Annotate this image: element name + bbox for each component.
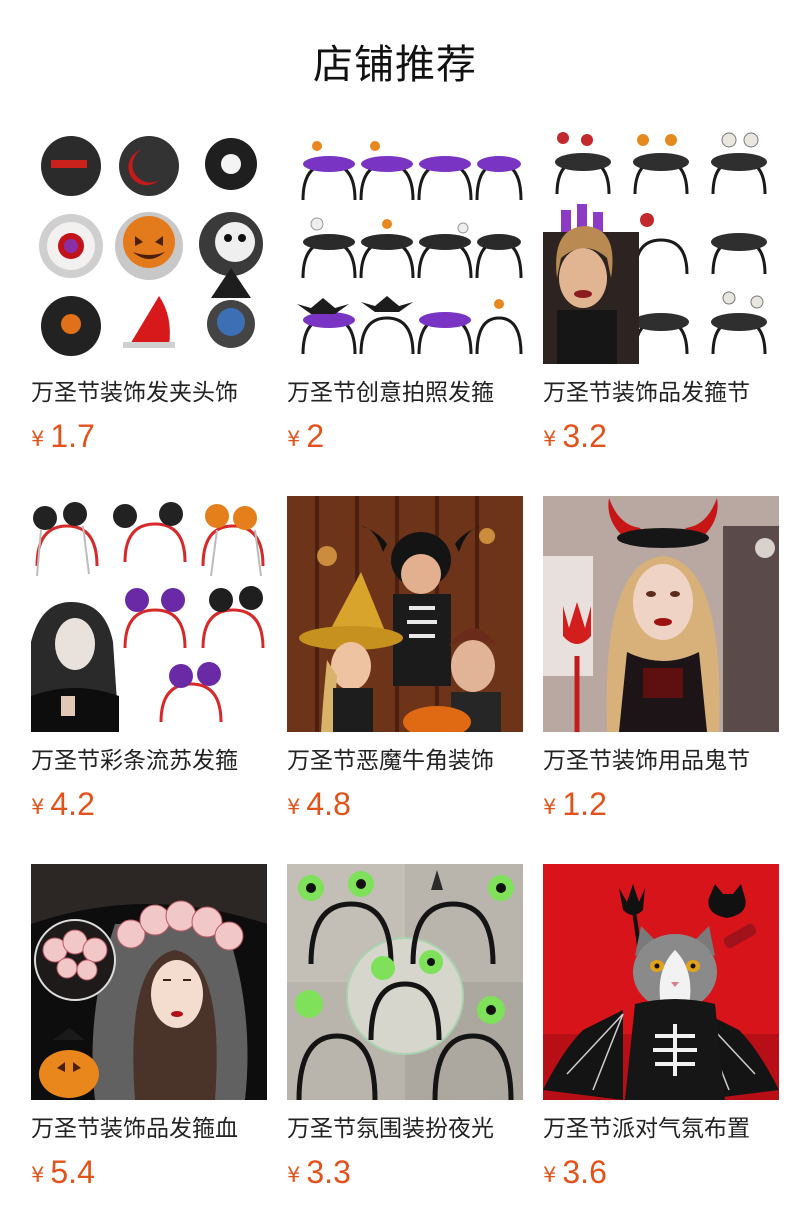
product-name[interactable]: 万圣节创意拍照发箍 — [287, 378, 523, 408]
product-price: 2 — [306, 418, 325, 454]
currency-symbol: ¥ — [287, 795, 301, 819]
product-card[interactable]: 万圣节彩条流苏发箍 ¥4.2 — [31, 496, 267, 836]
product-name[interactable]: 万圣节装饰发夹头饰 — [31, 378, 267, 408]
product-price: 1.7 — [50, 418, 95, 454]
product-price-row: ¥4.2 — [31, 786, 267, 822]
product-name[interactable]: 万圣节装饰品发箍血 — [31, 1114, 267, 1144]
product-price: 3.3 — [306, 1154, 351, 1190]
product-name[interactable]: 万圣节派对气氛布置 — [543, 1114, 779, 1144]
currency-symbol: ¥ — [31, 1163, 45, 1187]
product-price-row: ¥1.7 — [31, 418, 267, 454]
product-card[interactable]: 万圣节氛围装扮夜光 ¥3.3 — [287, 864, 523, 1204]
product-price-row: ¥4.8 — [287, 786, 523, 822]
product-image-devil-horns-woman[interactable] — [543, 496, 779, 732]
product-card[interactable]: 万圣节装饰品发箍节 ¥3.2 — [543, 128, 779, 468]
currency-symbol: ¥ — [543, 1163, 557, 1187]
product-price: 4.8 — [306, 786, 351, 822]
currency-symbol: ¥ — [31, 427, 45, 451]
product-name[interactable]: 万圣节氛围装扮夜光 — [287, 1114, 523, 1144]
product-image-cat-bat-costume[interactable] — [543, 864, 779, 1100]
product-name[interactable]: 万圣节装饰用品鬼节 — [543, 746, 779, 776]
product-image-tassel-headbands-model[interactable] — [31, 496, 267, 732]
currency-symbol: ¥ — [543, 795, 557, 819]
page-title: 店铺推荐 — [313, 42, 477, 88]
product-grid: 万圣节装饰发夹头饰 ¥1.7 万圣节创意拍照发箍 ¥ 2 万圣节装饰品发箍节 ¥… — [31, 128, 779, 1232]
currency-symbol: ¥ — [287, 427, 301, 451]
product-price-row: ¥5.4 — [31, 1154, 267, 1190]
product-card[interactable]: 万圣节装饰发夹头饰 ¥1.7 — [31, 128, 267, 468]
product-image-skeleton-headbands-model[interactable] — [543, 128, 779, 364]
currency-symbol: ¥ — [287, 1163, 301, 1187]
product-name[interactable]: 万圣节彩条流苏发箍 — [31, 746, 267, 776]
product-card[interactable]: 万圣节恶魔牛角装饰 ¥4.8 — [287, 496, 523, 836]
product-price-row: ¥3.6 — [543, 1154, 779, 1190]
product-name[interactable]: 万圣节恶魔牛角装饰 — [287, 746, 523, 776]
product-price-row: ¥2 — [287, 418, 523, 454]
product-price-row: ¥3.2 — [543, 418, 779, 454]
product-card[interactable]: 万圣节装饰用品鬼节 ¥1.2 — [543, 496, 779, 836]
product-price-row: ¥3.3 — [287, 1154, 523, 1190]
product-card[interactable]: 万圣节装饰品发箍血 ¥5.4 — [31, 864, 267, 1204]
product-image-kids-costume-party[interactable] — [287, 496, 523, 732]
product-name[interactable]: 万圣节装饰品发箍节 — [543, 378, 779, 408]
product-image-purple-feather-headbands[interactable] — [287, 128, 523, 364]
product-image-halloween-hair-clips[interactable] — [31, 128, 267, 364]
product-price-row: ¥1.2 — [543, 786, 779, 822]
product-image-bloody-flower-crown[interactable] — [31, 864, 267, 1100]
product-image-glowing-headbands[interactable] — [287, 864, 523, 1100]
currency-symbol: ¥ — [543, 427, 557, 451]
currency-symbol: ¥ — [31, 795, 45, 819]
product-price: 3.6 — [562, 1154, 607, 1190]
product-card[interactable]: 万圣节派对气氛布置 ¥3.6 — [543, 864, 779, 1204]
product-card[interactable]: 万圣节创意拍照发箍 ¥2 — [287, 128, 523, 468]
product-price: 1.2 — [562, 786, 607, 822]
product-price: 3.2 — [562, 418, 607, 454]
product-price: 4.2 — [50, 786, 95, 822]
product-price: 5.4 — [50, 1154, 95, 1190]
